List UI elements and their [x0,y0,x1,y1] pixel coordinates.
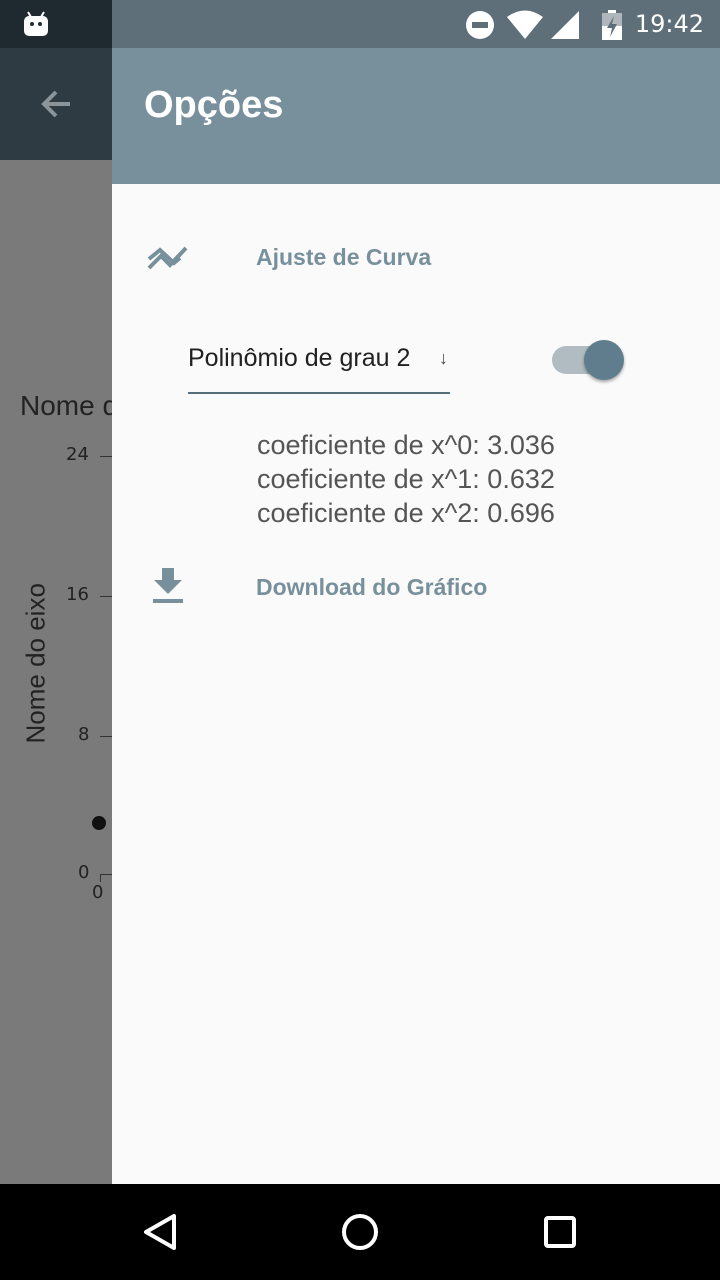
y-tick-line [100,456,112,457]
y-tick-line [100,596,112,597]
signal-icon [551,11,579,39]
back-arrow-icon[interactable] [36,84,76,124]
coefficient-x2: coeficiente de x^2: 0.696 [257,498,555,528]
y-axis-label: Nome do eixo [20,583,51,744]
coefficients-list: coeficiente de x^0: 3.036 coeficiente de… [257,428,555,530]
curve-type-value: Polinômio de grau 2 [188,344,411,372]
y-tick: 24 [66,444,89,465]
y-tick: 8 [78,724,90,745]
dnd-icon [466,11,494,39]
toggle-thumb [584,340,624,380]
y-tick: 16 [66,584,89,605]
home-icon[interactable] [336,1208,384,1256]
options-drawer: Opções Ajuste de Curva Polinômio de grau… [112,48,720,1184]
curve-type-select[interactable]: Polinômio de grau 2 ↓ [188,340,450,394]
android-icon [24,11,48,36]
background-toolbar [0,48,112,160]
trend-icon [147,246,188,270]
coefficient-x0: coeficiente de x^0: 3.036 [257,430,555,460]
status-bar-dim [0,0,112,48]
x-axis [100,874,112,875]
download-label: Download do Gráfico [256,574,488,600]
navigation-bar [0,1184,720,1280]
drawer-header: Opções [112,48,720,184]
back-icon[interactable] [136,1208,184,1256]
y-tick-line [100,736,112,737]
arrow-down-icon: ↓ [439,348,448,368]
wifi-icon [507,10,543,39]
status-time: 19:42 [634,10,704,38]
download-icon [153,568,183,603]
curve-fit-toggle[interactable] [550,340,626,380]
y-tick: 0 [78,862,90,883]
battery-charging-icon [602,10,622,40]
y-axis [100,874,101,882]
coefficient-x1: coeficiente de x^1: 0.632 [257,464,555,494]
menu-item-curve-fit[interactable]: Ajuste de Curva [112,226,720,286]
chart-title: Nome d [20,390,119,421]
curve-fit-label: Ajuste de Curva [256,244,432,270]
x-tick: 0 [92,882,104,903]
data-point [92,816,106,830]
menu-item-download[interactable]: Download do Gráfico [112,556,720,616]
status-bar: 19:42 [0,0,720,48]
recents-icon[interactable] [536,1208,584,1256]
drawer-title: Opções [144,84,284,126]
